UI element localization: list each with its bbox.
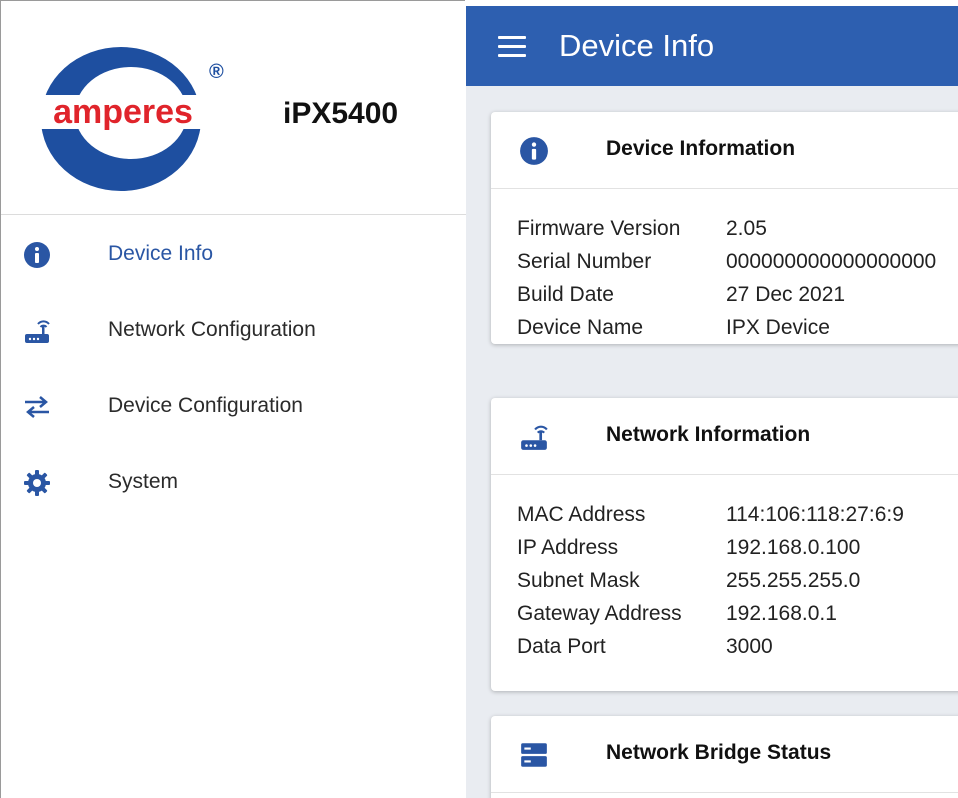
card-title: Network Bridge Status (606, 741, 832, 764)
info-key: Gateway Address (517, 602, 682, 625)
info-key: Firmware Version (517, 217, 681, 240)
product-model: iPX5400 (283, 97, 399, 130)
page-title: Device Info (559, 28, 715, 63)
sidebar-item-device-info[interactable]: Device Info (1, 215, 466, 291)
info-value: 000000000000000000 (726, 250, 937, 273)
info-value: 114:106:118:27:6:9 (726, 503, 904, 526)
main-content[interactable]: Device Information Firmware Version 2.05 … (466, 86, 958, 798)
server-icon (521, 743, 547, 767)
info-key: IP Address (517, 536, 619, 559)
device-information-card: Device Information Firmware Version 2.05 … (491, 112, 958, 344)
registered-mark: ® (209, 61, 224, 83)
sidebar-item-label: Device Configuration (108, 394, 303, 417)
network-information-card: Network Information MAC Address 114:106:1… (491, 398, 958, 691)
card-title: Network Information (606, 423, 811, 446)
info-value: 3000 (726, 635, 773, 658)
router-icon (521, 425, 548, 450)
app-header: Device Info (466, 6, 958, 86)
info-row: Subnet Mask 255.255.255.0 (517, 569, 958, 602)
info-key: Device Name (517, 316, 644, 339)
info-value: 192.168.0.1 (726, 602, 837, 625)
info-row: IP Address 192.168.0.100 (517, 536, 958, 569)
info-key: Serial Number (517, 250, 652, 273)
info-row: Serial Number 000000000000000000 (517, 250, 958, 283)
router-icon (25, 320, 50, 343)
info-row: Firmware Version 2.05 (517, 217, 958, 250)
info-row: Gateway Address 192.168.0.1 (517, 602, 958, 635)
gear-icon (24, 470, 50, 496)
info-row: Device Name IPX Device (517, 316, 958, 349)
info-value: 192.168.0.100 (726, 536, 861, 559)
card-header: Network Bridge Status (491, 716, 958, 793)
info-key: MAC Address (517, 503, 646, 526)
info-row: MAC Address 114:106:118:27:6:9 (517, 503, 958, 536)
sidebar-item-label: System (108, 470, 179, 493)
hamburger-menu-icon[interactable] (498, 36, 526, 58)
sidebar-item-system[interactable]: System (1, 443, 466, 519)
sidebar-item-network-configuration[interactable]: Network Configuration (1, 291, 466, 367)
info-key: Subnet Mask (517, 569, 640, 592)
sidebar: amperes ® iPX5400 Device Info Network Co… (0, 0, 466, 798)
info-value: 255.255.255.0 (726, 569, 861, 592)
sidebar-nav: Device Info Network Configuration Device… (1, 215, 466, 519)
logo-text: amperes (53, 93, 193, 131)
swap-arrows-icon (25, 396, 49, 418)
card-body: MAC Address 114:106:118:27:6:9 IP Address… (491, 475, 958, 691)
info-key: Data Port (517, 635, 606, 658)
info-icon (520, 137, 548, 165)
info-icon (24, 242, 50, 268)
info-row: Data Port 3000 (517, 635, 958, 668)
card-header: Network Information (491, 398, 958, 475)
card-header: Device Information (491, 112, 958, 189)
network-bridge-status-card: Network Bridge Status (491, 716, 958, 798)
info-key: Build Date (517, 283, 614, 306)
sidebar-item-label: Network Configuration (108, 318, 316, 341)
info-value: 2.05 (726, 217, 767, 240)
info-row: Build Date 27 Dec 2021 (517, 283, 958, 316)
sidebar-item-label: Device Info (108, 242, 214, 265)
sidebar-item-device-configuration[interactable]: Device Configuration (1, 367, 466, 443)
brand-header: amperes ® iPX5400 (1, 1, 466, 215)
info-value: 27 Dec 2021 (726, 283, 846, 306)
card-body: Firmware Version 2.05 Serial Number 000000… (491, 189, 958, 344)
card-title: Device Information (606, 137, 796, 160)
info-value: IPX Device (726, 316, 830, 339)
